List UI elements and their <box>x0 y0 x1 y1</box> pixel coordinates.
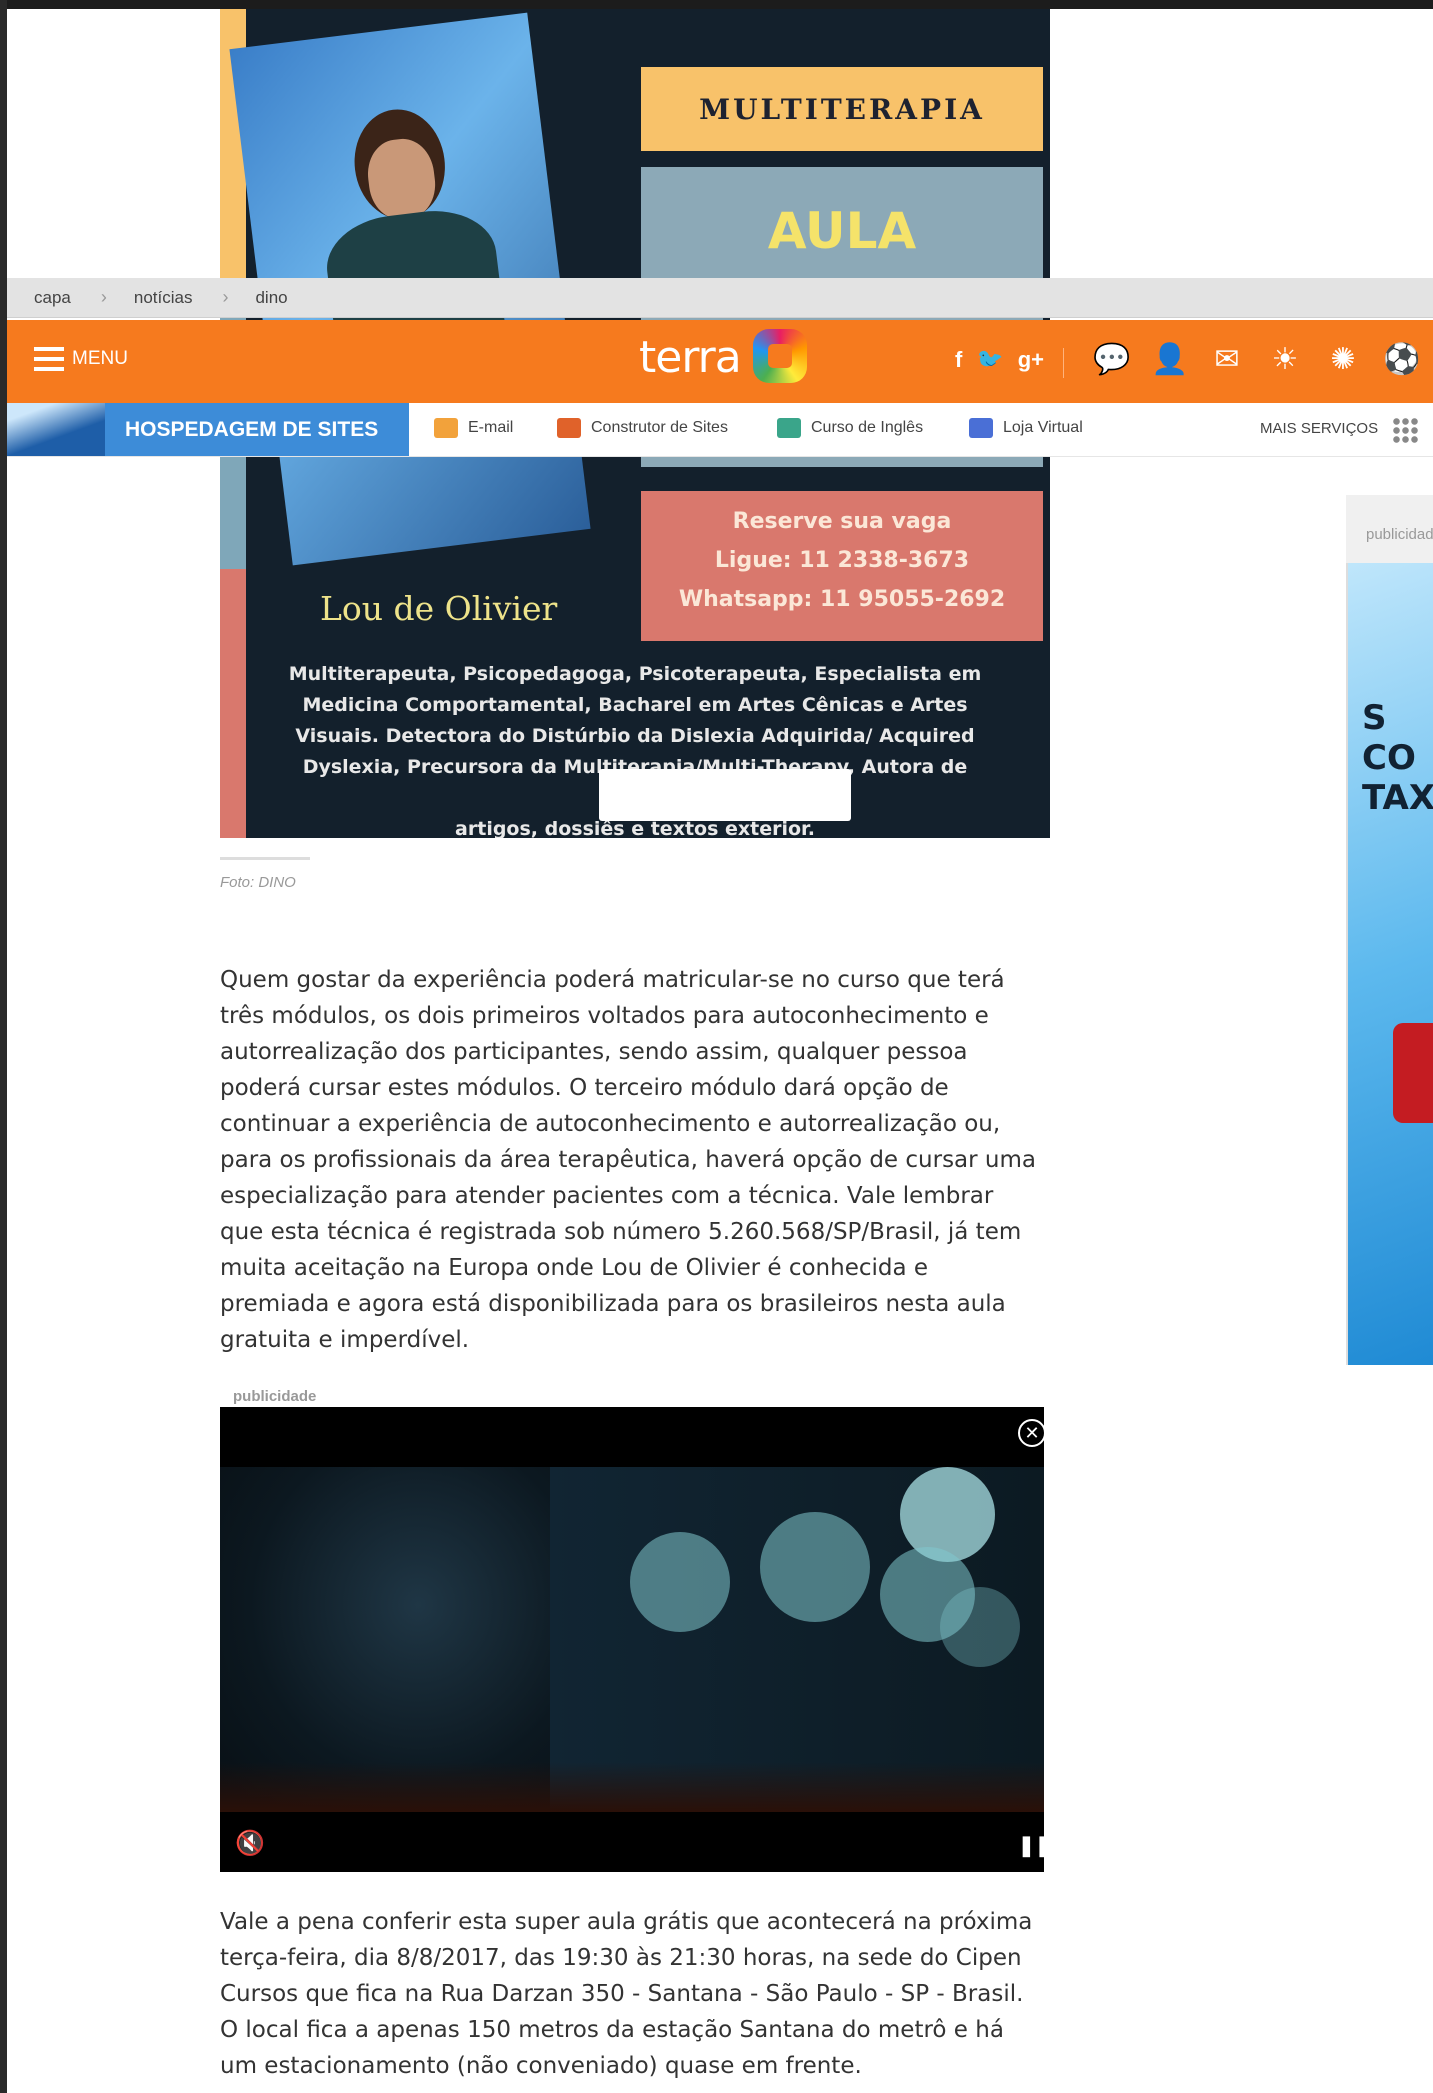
more-services-link[interactable]: MAIS SERVIÇOS <box>1260 420 1378 437</box>
weather-icon[interactable]: ☀ <box>1267 342 1303 378</box>
ad-product-image <box>1393 1023 1433 1123</box>
caption-rule <box>220 857 310 860</box>
twitter-icon[interactable]: 🐦 <box>976 347 1003 373</box>
googleplus-icon[interactable]: g+ <box>1018 347 1044 373</box>
image-caption: Foto: DINO <box>220 874 296 891</box>
hamburger-icon <box>34 347 64 371</box>
service-label: Curso de Inglês <box>811 419 924 436</box>
site-logo[interactable]: terra <box>639 332 742 383</box>
services-bar: HOSPEDAGEM DE SITES E-mail Construtor de… <box>7 403 1433 457</box>
stripe-red <box>220 569 246 838</box>
service-virtual-store[interactable]: Loja Virtual <box>969 418 1083 438</box>
article-paragraph: Vale a pena conferir esta super aula grá… <box>220 1909 1033 2079</box>
service-site-builder[interactable]: Construtor de Sites <box>557 418 728 438</box>
menu-label: MENU <box>72 348 128 369</box>
facebook-icon[interactable]: f <box>955 347 962 373</box>
breadcrumb-item[interactable]: notícias <box>134 288 193 308</box>
cloud-illustration-icon <box>7 403 105 456</box>
user-icon[interactable]: 👤 <box>1151 342 1188 378</box>
logo-mark-icon[interactable] <box>753 329 807 383</box>
ad-creative: S CO TAX <box>1346 563 1433 1365</box>
ad-text: S <box>1362 698 1387 738</box>
promo-whatsapp: Whatsapp: 11 95055-2692 <box>678 587 1006 612</box>
video-glow <box>220 1762 1044 1812</box>
promo-reserve: Reserve sua vaga <box>732 509 952 534</box>
social-links: f 🐦 g+ <box>955 347 1044 373</box>
chevron-right-icon: › <box>222 287 229 307</box>
bokeh-light <box>630 1532 730 1632</box>
bio-line: Visuais. Detectora do Distúrbio da Disle… <box>295 725 975 747</box>
ad-text: TAX <box>1362 778 1433 818</box>
monitor-icon <box>557 418 581 438</box>
header-divider <box>1063 348 1064 378</box>
soccer-icon[interactable]: ⚽ <box>1383 342 1420 378</box>
hosting-label: HOSPEDAGEM DE SITES <box>125 417 379 441</box>
close-icon[interactable]: ✕ <box>1018 1419 1046 1447</box>
menu-button[interactable]: MENU <box>34 347 128 371</box>
service-email[interactable]: E-mail <box>434 418 513 438</box>
video-player[interactable]: ✕ 🔇 ❚❚ <box>220 1407 1052 1872</box>
video-face-silhouette <box>220 1467 550 1812</box>
chat-flag-icon <box>777 418 801 438</box>
chevron-right-icon: › <box>100 287 107 307</box>
article-paragraph: Quem gostar da experiência poderá matric… <box>220 967 1036 1353</box>
video-frame <box>220 1467 1044 1812</box>
page: MULTITERAPIA AULA Reserve sua vaga Ligue… <box>7 0 1433 2093</box>
bokeh-light <box>760 1512 870 1622</box>
apps-grid-icon[interactable] <box>1392 417 1418 443</box>
overlay-box <box>599 769 851 821</box>
promo-phone: Ligue: 11 2338-3673 <box>714 548 970 573</box>
service-label: Construtor de Sites <box>591 419 728 436</box>
horoscope-icon[interactable]: ✺ <box>1325 342 1361 378</box>
service-label: E-mail <box>468 419 514 436</box>
mute-icon[interactable]: 🔇 <box>235 1829 265 1858</box>
promo-name: Lou de Olivier <box>320 589 558 628</box>
breadcrumb-item[interactable]: capa <box>34 288 71 308</box>
bio-line: Multiterapeuta, Psicopedagoga, Psicotera… <box>288 663 982 685</box>
ad-label: publicidade <box>1366 526 1433 543</box>
top-bar <box>7 0 1433 9</box>
service-label: Loja Virtual <box>1003 419 1083 436</box>
pause-icon[interactable]: ❚❚ <box>1018 1833 1052 1858</box>
hosting-banner[interactable]: HOSPEDAGEM DE SITES <box>7 403 409 456</box>
service-english-course[interactable]: Curso de Inglês <box>777 418 923 438</box>
chat-icon[interactable]: 💬 <box>1093 342 1130 378</box>
bio-line: Medicina Comportamental, Bacharel em Art… <box>302 694 968 716</box>
mail-icon[interactable]: ✉ <box>1209 342 1245 378</box>
side-ad[interactable]: publicidade S CO TAX <box>1346 495 1433 1365</box>
promo-title: MULTITERAPIA <box>641 67 1043 151</box>
email-icon <box>434 418 458 438</box>
video-ad-label: publicidade <box>233 1388 317 1405</box>
header-icons: 💬 👤 ✉ ☀ ✺ ⚽ <box>1093 342 1420 378</box>
ad-text: CO <box>1362 738 1416 778</box>
breadcrumb-item[interactable]: dino <box>255 288 287 308</box>
bokeh-light <box>940 1587 1020 1667</box>
store-icon <box>969 418 993 438</box>
site-header: MENU terra f 🐦 g+ 💬 👤 ✉ ☀ ✺ ⚽ <box>7 320 1433 403</box>
promo-subtitle: AULA <box>767 202 917 260</box>
breadcrumb: capa › notícias › dino <box>7 278 1433 318</box>
